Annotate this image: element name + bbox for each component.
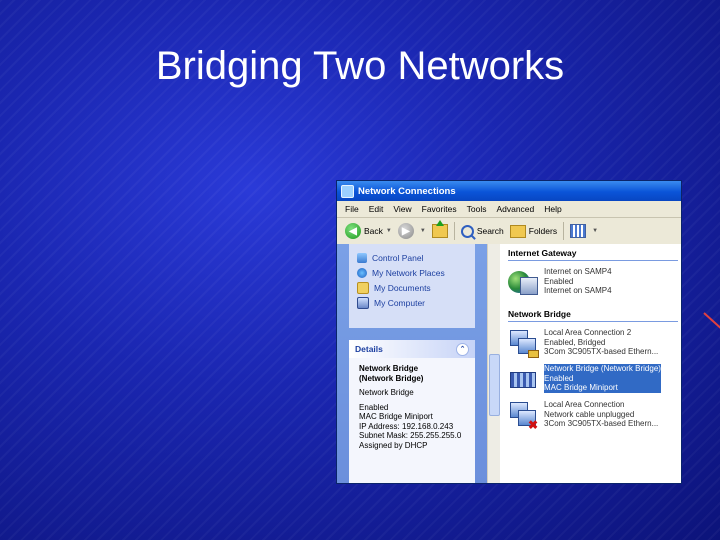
menu-bar: File Edit View Favorites Tools Advanced … [337,201,681,218]
network-places-icon [357,267,367,278]
item-name: Network Bridge (Network Bridge) [544,364,661,374]
network-bridge-icon [508,364,538,394]
search-button[interactable]: Search [460,224,504,238]
up-folder-button[interactable] [431,220,448,238]
item-device: Internet on SAMP4 [544,286,612,295]
list-item[interactable]: Local Area Connection 2 Enabled, Bridged… [508,328,681,358]
item-device: 3Com 3C905TX-based Ethern... [544,347,659,356]
internet-gateway-icon [508,267,538,297]
views-button[interactable] [570,224,587,238]
control-panel-icon [357,252,367,263]
list-item-selected[interactable]: Network Bridge (Network Bridge) Enabled … [508,364,681,394]
item-status: Network cable unplugged [544,409,635,419]
menu-favorites[interactable]: Favorites [422,204,457,214]
link-label: My Computer [374,297,426,308]
slide-title: Bridging Two Networks [155,44,565,88]
item-name: Local Area Connection 2 [544,328,632,337]
link-label: My Documents [374,282,431,293]
item-name: Local Area Connection [544,400,625,409]
window-title: Network Connections [358,185,456,197]
folders-icon [509,224,526,238]
details-name: Network Bridge [359,364,419,373]
details-header[interactable]: Details ⌃ [349,340,475,358]
forward-button[interactable]: ▶ [397,223,414,239]
list-item[interactable]: Internet on SAMP4 Enabled Internet on SA… [508,267,681,297]
toolbar: ◀ Back ▼ ▶ ▼ Search Folders ▼ [337,218,681,245]
folders-button[interactable]: Folders [509,224,558,238]
details-name-sub: (Network Bridge) [359,373,424,383]
back-button[interactable]: ◀ Back ▼ [345,223,392,239]
details-panel: Details ⌃ Network Bridge (Network Bridge… [349,340,475,483]
details-status: Enabled [359,402,389,412]
menu-tools[interactable]: Tools [467,204,487,214]
toolbar-divider [453,222,455,240]
details-title: Details [355,344,383,354]
link-my-network-places[interactable]: My Network Places [349,265,475,280]
chevron-down-icon: ▼ [592,228,599,234]
group-header-internet-gateway: Internet Gateway [508,248,678,261]
search-label: Search [476,226,504,236]
menu-edit[interactable]: Edit [369,204,384,214]
menu-file[interactable]: File [345,204,359,214]
other-places-panel: Control Panel My Network Places My Docum… [349,244,475,328]
item-status: Enabled [544,373,661,383]
search-icon [460,224,474,238]
content-area: Control Panel My Network Places My Docum… [337,244,681,483]
item-device: 3Com 3C905TX-based Ethern... [544,419,659,428]
toolbar-divider [563,222,565,240]
details-body: Network Bridge (Network Bridge) Network … [349,358,475,456]
title-bar[interactable]: Network Connections [337,181,681,201]
item-status: Enabled [544,276,574,286]
details-assigned: Assigned by DHCP [359,440,428,450]
back-arrow-icon: ◀ [345,223,361,239]
link-my-documents[interactable]: My Documents [349,280,475,295]
link-label: My Network Places [372,267,445,278]
lan-disconnected-icon: ✖ [508,400,538,432]
network-connections-window: Network Connections File Edit View Favor… [336,180,682,484]
link-label: Control Panel [372,252,424,263]
details-ip: IP Address: 192.168.0.243 [359,421,454,431]
details-subnet: Subnet Mask: 255.255.255.0 [359,431,462,440]
scrollbar-thumb[interactable] [489,354,500,416]
back-label: Back [364,226,383,236]
accent-line [703,312,720,333]
list-item[interactable]: ✖ Local Area Connection Network cable un… [508,400,681,432]
menu-view[interactable]: View [393,204,411,214]
folders-label: Folders [528,226,558,236]
item-status: Enabled, Bridged [544,337,606,347]
lan-connection-icon [508,328,539,358]
details-device: MAC Bridge Miniport [359,412,433,421]
group-header-network-bridge: Network Bridge [508,309,678,322]
task-pane-scrollbar[interactable] [487,244,500,483]
item-name: Internet on SAMP4 [544,267,612,276]
documents-folder-icon [357,281,369,294]
item-device: MAC Bridge Miniport [544,383,661,393]
chevron-down-icon: ▼ [419,228,426,234]
menu-advanced[interactable]: Advanced [496,204,534,214]
link-control-panel[interactable]: Control Panel [349,250,475,265]
computer-icon [357,296,369,309]
network-connections-icon [341,184,354,198]
menu-help[interactable]: Help [544,204,561,214]
collapse-chevron-icon[interactable]: ⌃ [456,342,469,356]
link-my-computer[interactable]: My Computer [349,295,475,310]
connections-list: Internet Gateway Internet on SAMP4 Enabl… [500,244,681,483]
task-pane: Control Panel My Network Places My Docum… [337,244,487,483]
chevron-down-icon: ▼ [385,228,392,234]
details-type: Network Bridge [359,388,414,397]
